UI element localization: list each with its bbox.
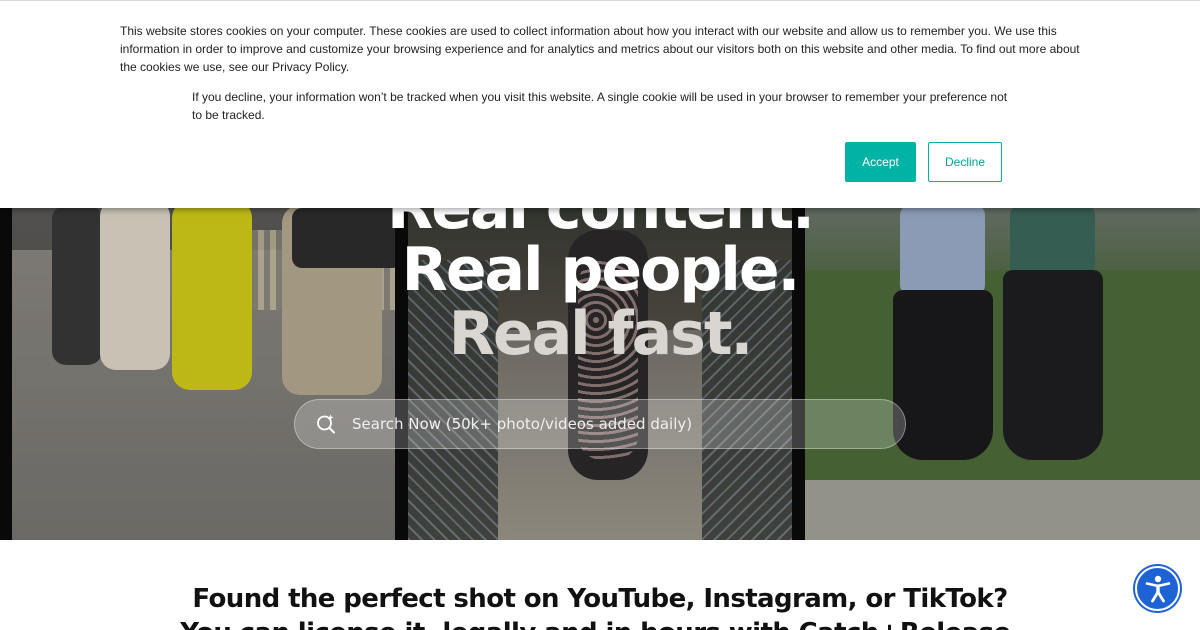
cookie-consent-banner: This website stores cookies on your comp…	[0, 0, 1200, 208]
cookie-decline-text: If you decline, your information won’t b…	[192, 90, 1008, 122]
hero-headline-line-2: Real people.	[401, 235, 801, 305]
cookie-info-text: This website stores cookies on your comp…	[120, 24, 1080, 74]
hero-search-bar[interactable]	[294, 399, 906, 449]
hero-headline-line-3: Real fast.	[448, 299, 754, 369]
search-input[interactable]	[352, 400, 882, 448]
decline-button[interactable]: Decline	[928, 142, 1002, 182]
accept-button[interactable]: Accept	[845, 142, 916, 182]
section-title-line-1: Found the perfect shot on YouTube, Insta…	[192, 584, 1008, 614]
search-sparkle-icon[interactable]	[315, 413, 337, 435]
accessibility-icon	[1145, 575, 1171, 603]
accessibility-button[interactable]	[1135, 566, 1180, 611]
section-title-line-2: You can license it, legally and in hours…	[0, 618, 1200, 630]
